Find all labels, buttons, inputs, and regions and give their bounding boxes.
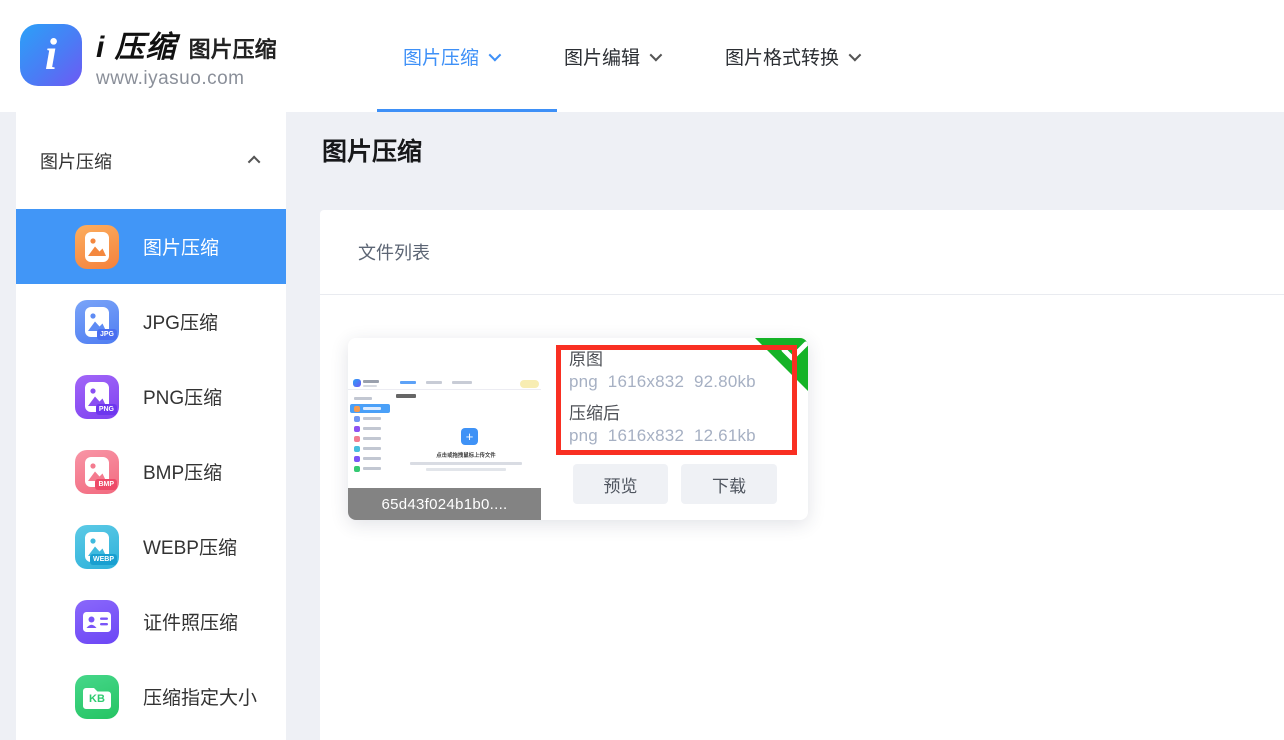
thumb-decor: [426, 381, 442, 384]
kb-size-compress-icon: KB: [75, 675, 119, 719]
jpg-compress-icon: JPG: [75, 300, 119, 344]
nav-item-format-convert[interactable]: 图片格式转换: [725, 43, 858, 70]
thumb-decor: [363, 385, 377, 387]
nav-item-image-edit[interactable]: 图片编辑: [564, 43, 659, 70]
sidebar-group-title: 图片压缩: [40, 148, 112, 174]
file-thumbnail[interactable]: + 点击或拖拽鼠标上传文件 65d43f024b1b0....: [348, 338, 541, 520]
sidebar-item-bmp[interactable]: BMP BMP压缩: [16, 434, 286, 509]
chevron-up-icon: [248, 156, 261, 169]
brand-title: i 压缩: [96, 22, 177, 66]
brand-text: i 压缩 图片压缩 www.iyasuo.com: [96, 22, 277, 90]
jpg-badge: JPG: [97, 329, 117, 340]
nav-label: 图片编辑: [564, 43, 640, 70]
annotation-box: [556, 345, 797, 455]
brand-url: www.iyasuo.com: [96, 68, 277, 90]
thumb-decor: [426, 468, 506, 471]
thumbnail-mini-screenshot: + 点击或拖拽鼠标上传文件: [348, 376, 541, 476]
thumb-decor: [363, 380, 379, 383]
sidebar-group-image-compress[interactable]: 图片压缩: [16, 112, 286, 209]
download-button[interactable]: 下载: [681, 464, 777, 504]
webp-compress-icon: WEBP: [75, 525, 119, 569]
chevron-down-icon: [650, 48, 663, 61]
thumb-decor: [396, 394, 416, 398]
sidebar-item-png[interactable]: PNG PNG压缩: [16, 359, 286, 434]
panel-title: 文件列表: [358, 239, 430, 265]
preview-button[interactable]: 预览: [573, 464, 668, 504]
top-nav: 图片压缩 图片编辑 图片格式转换: [403, 0, 858, 112]
active-tab-underline: [377, 109, 557, 112]
sidebar-item-webp[interactable]: WEBP WEBP压缩: [16, 509, 286, 584]
png-badge: PNG: [96, 404, 117, 415]
bmp-badge: BMP: [95, 479, 117, 490]
thumb-decor: [353, 379, 361, 387]
file-list-panel: 文件列表: [320, 210, 1284, 740]
thumb-decor: [520, 380, 539, 388]
sidebar-item-label: JPG压缩: [143, 308, 218, 335]
sidebar-item-id-photo[interactable]: 证件照压缩: [16, 584, 286, 659]
sidebar-item-label: BMP压缩: [143, 458, 222, 485]
brand-subtitle: 图片压缩: [189, 32, 277, 64]
thumb-decor: [452, 381, 472, 384]
sidebar-item-label: PNG压缩: [143, 383, 222, 410]
thumb-decor: [350, 394, 390, 474]
thumb-decor: [400, 381, 416, 384]
thumb-decor: [348, 376, 541, 390]
brand[interactable]: i i 压缩 图片压缩 www.iyasuo.com: [20, 22, 277, 90]
sidebar-item-compress-to-size[interactable]: KB 压缩指定大小: [16, 659, 286, 734]
id-photo-compress-icon: [75, 600, 119, 644]
sidebar-item-label: 证件照压缩: [143, 608, 238, 635]
nav-item-image-compress[interactable]: 图片压缩: [403, 43, 498, 70]
sidebar-item-label: WEBP压缩: [143, 533, 237, 560]
file-card: + 点击或拖拽鼠标上传文件 65d43f024b1b0.... 原图 png 1…: [348, 338, 808, 520]
nav-label: 图片压缩: [403, 43, 479, 70]
kb-badge: KB: [75, 675, 119, 719]
sidebar-item-label: 压缩指定大小: [143, 683, 257, 710]
file-name: 65d43f024b1b0....: [348, 488, 541, 520]
chevron-down-icon: [489, 48, 502, 61]
page-title: 图片压缩: [322, 132, 422, 168]
top-header: i i 压缩 图片压缩 www.iyasuo.com 图片压缩 图片编辑 图片格…: [0, 0, 1284, 112]
thumb-upload-plus-icon: +: [461, 428, 478, 445]
site-logo-icon: i: [20, 24, 82, 86]
sidebar-item-image-compress[interactable]: 图片压缩: [16, 209, 286, 284]
thumb-decor: [410, 462, 522, 465]
sidebar-list: 图片压缩 JPG JPG压缩 PNG P: [16, 209, 286, 734]
nav-label: 图片格式转换: [725, 43, 839, 70]
thumb-caption: 点击或拖拽鼠标上传文件: [399, 450, 534, 458]
chevron-down-icon: [849, 48, 862, 61]
image-compress-icon: [75, 225, 119, 269]
bmp-compress-icon: BMP: [75, 450, 119, 494]
panel-header: 文件列表: [320, 210, 1284, 295]
sidebar-item-label: 图片压缩: [143, 233, 219, 260]
webp-badge: WEBP: [90, 554, 117, 565]
sidebar-item-jpg[interactable]: JPG JPG压缩: [16, 284, 286, 359]
sidebar: 图片压缩 图片压缩 JPG JPG压缩: [16, 112, 286, 740]
png-compress-icon: PNG: [75, 375, 119, 419]
